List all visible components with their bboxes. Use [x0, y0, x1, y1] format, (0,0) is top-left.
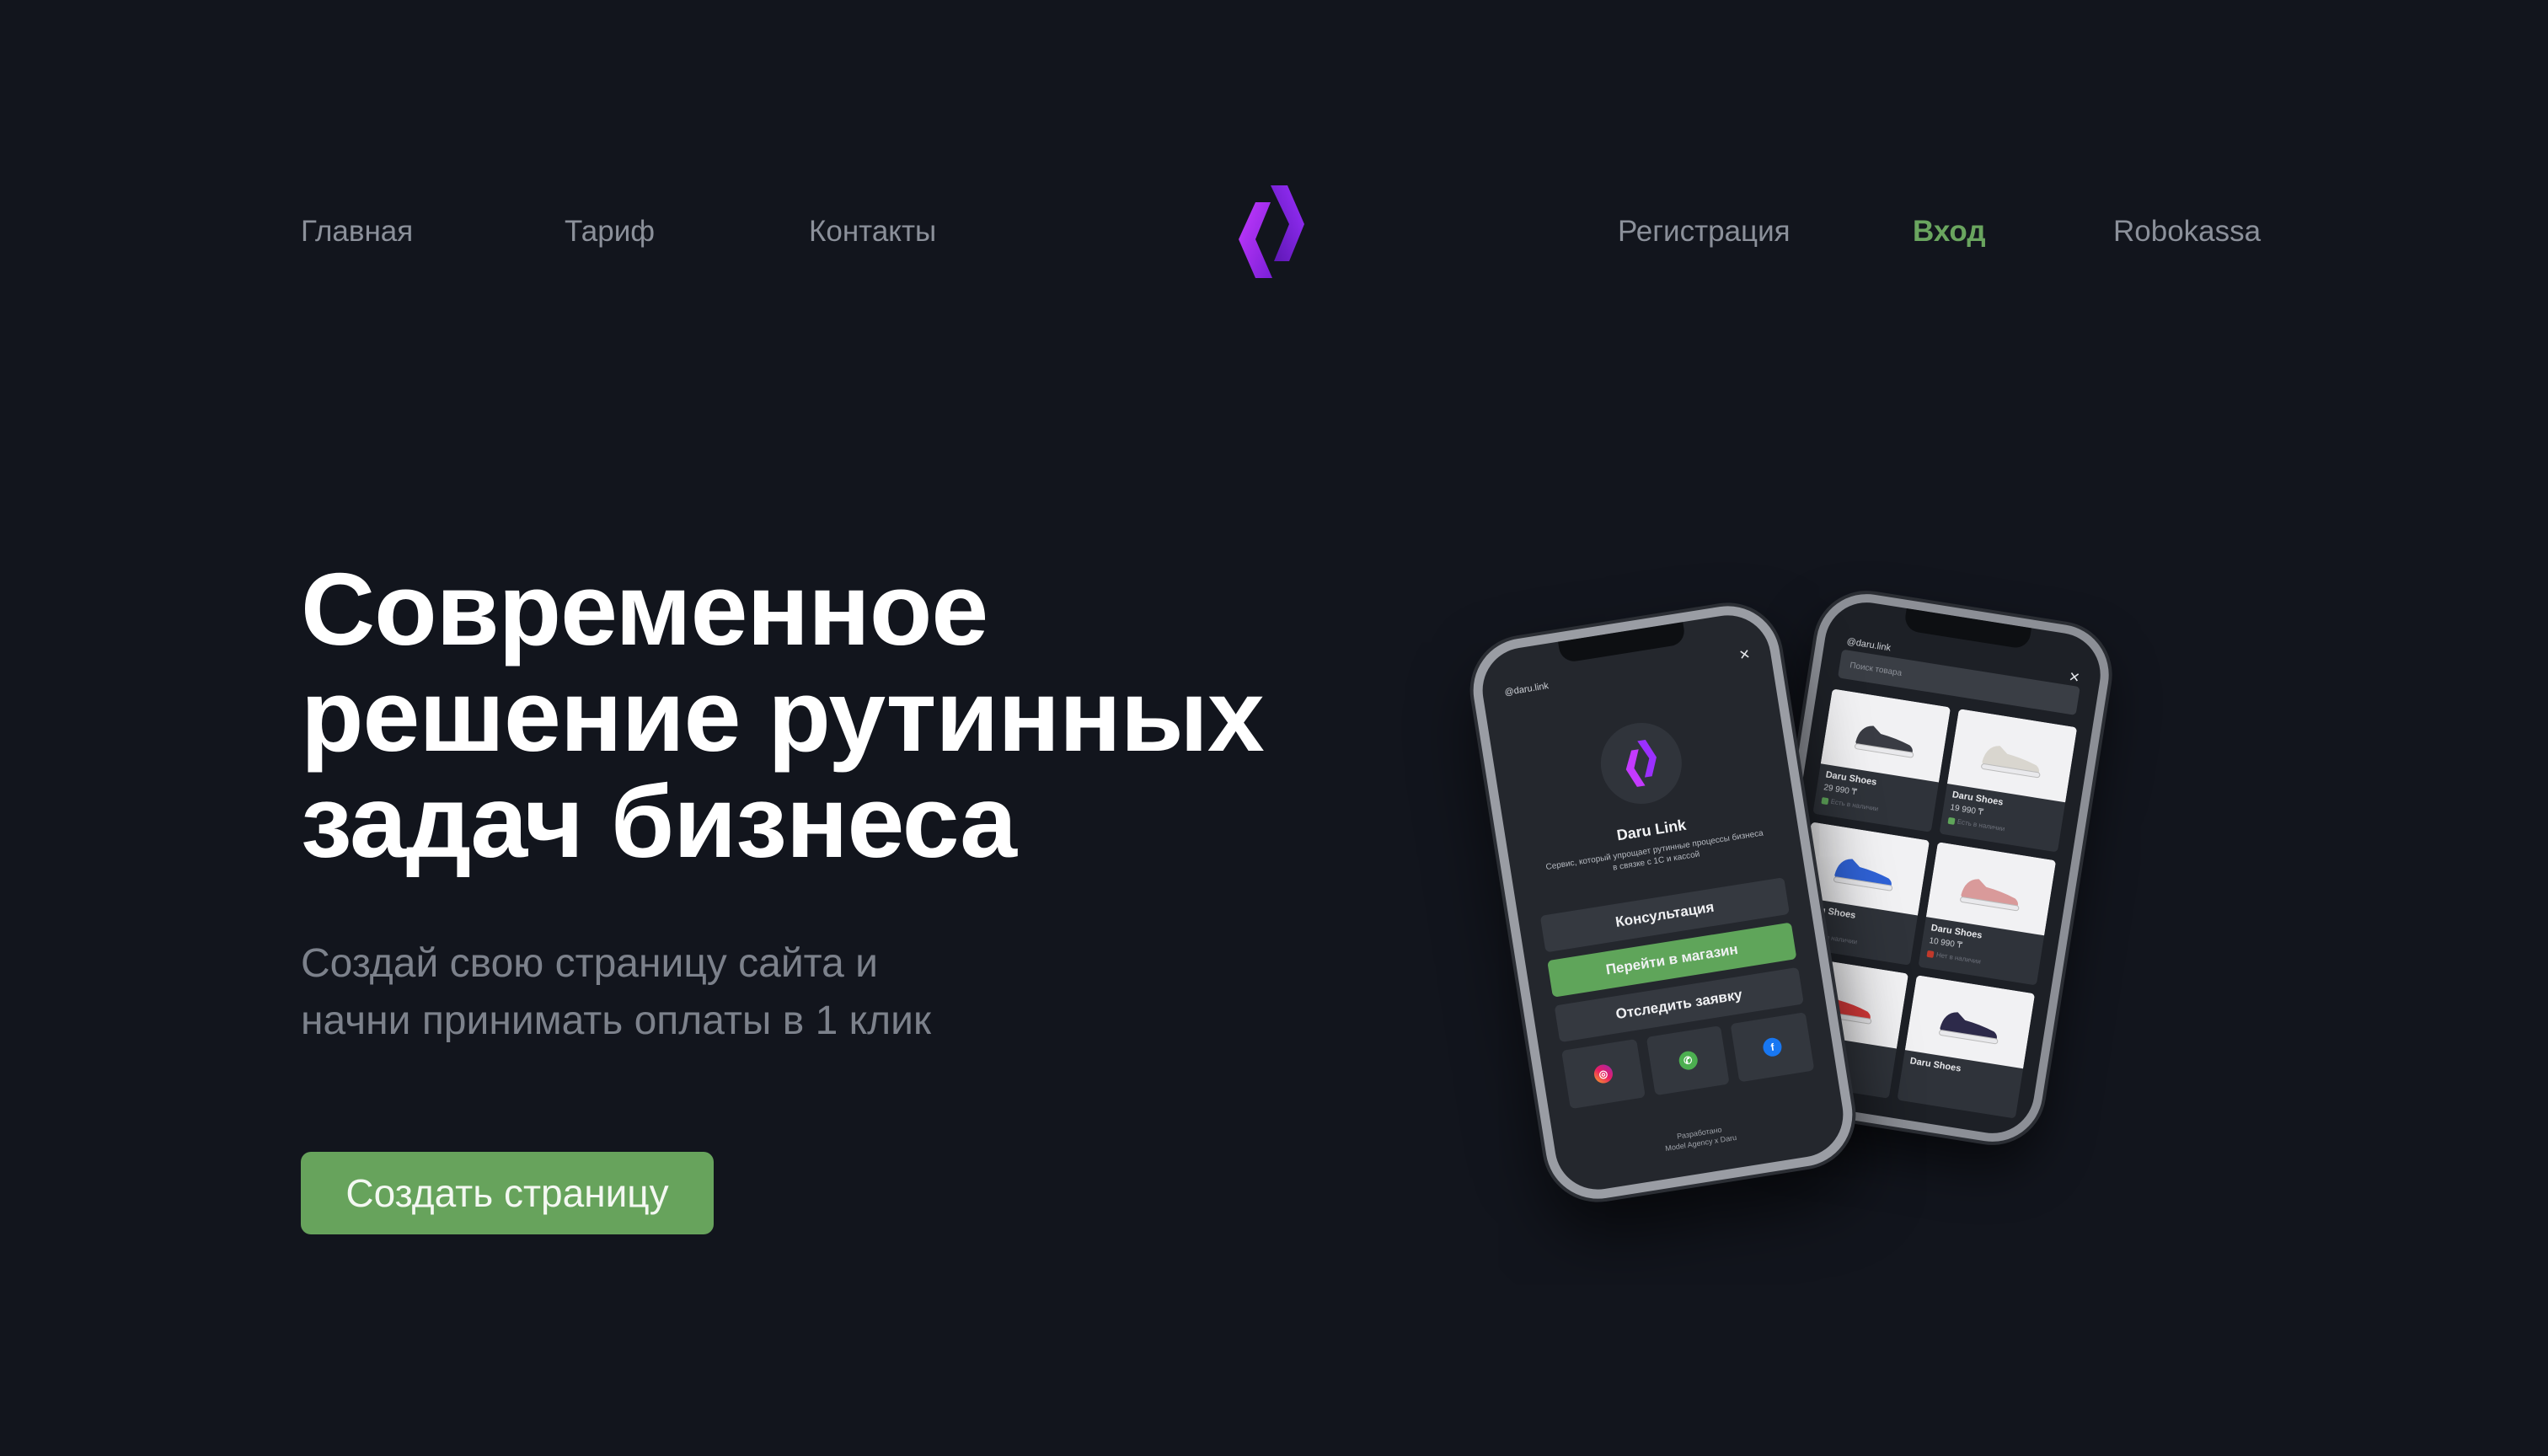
shoe-icon [1981, 746, 2041, 779]
facebook-link[interactable]: f [1730, 1012, 1815, 1083]
create-page-button[interactable]: Создать страницу [301, 1152, 714, 1234]
hero-title: Современное решение рутинных задач бизне… [301, 556, 1396, 875]
product-name: Daru Shoes [1908, 1056, 1962, 1074]
product-stock-label: Есть в наличии [1956, 817, 2005, 833]
whatsapp-link[interactable]: ✆ [1646, 1025, 1730, 1096]
product-card[interactable]: Daru Shoes 10 990 ₸ Нет в наличии [1918, 842, 2057, 986]
product-price: 29 990 ₸ [1823, 783, 1858, 798]
product-card[interactable]: Daru Shoes 19 990 ₸ Есть в наличии [1939, 709, 2078, 853]
hero-subtitle-line: начни принимать оплаты в 1 клик [301, 998, 931, 1043]
phone-notch [1557, 622, 1686, 664]
hero-title-line: Современное [301, 552, 988, 666]
nav-robokassa-link[interactable]: Robokassa [2113, 215, 2261, 249]
phone-mockup-linkpage: @daru.link ✕ Daru Link Сервис, который у… [1465, 598, 1860, 1207]
product-stock: Есть в наличии [1821, 796, 1879, 813]
product-card[interactable]: Daru Shoes 29 990 ₸ Есть в наличии [1812, 688, 1951, 832]
whatsapp-icon: ✆ [1677, 1050, 1699, 1072]
shoe-icon [1854, 725, 1914, 758]
shoe-icon [1833, 859, 1893, 891]
hero-subtitle: Создай свою страницу сайта и начни прини… [301, 935, 1059, 1050]
hero-subtitle-line: Создай свою страницу сайта и [301, 941, 878, 986]
stock-status-icon [1821, 796, 1829, 806]
product-image [1946, 709, 2078, 803]
product-stock-label: Есть в наличии [1830, 797, 1879, 813]
product-price: 19 990 ₸ [1949, 803, 1984, 818]
product-image [1820, 688, 1951, 783]
product-image [1925, 842, 2057, 936]
product-stock-label: Нет в наличии [1935, 950, 1982, 966]
close-icon[interactable]: ✕ [1737, 645, 1752, 664]
nav-tariff-link[interactable]: Тариф [565, 215, 655, 249]
nav-register-link[interactable]: Регистрация [1618, 215, 1791, 249]
facebook-icon: f [1762, 1036, 1784, 1058]
shoe-icon [1939, 1012, 1999, 1045]
stock-status-icon [1926, 950, 1935, 958]
hero-title-line: задач бизнеса [301, 764, 1017, 879]
product-image [1904, 975, 2036, 1069]
stock-status-icon [1947, 816, 1956, 825]
logo-icon[interactable] [1237, 184, 1306, 280]
hero-title-line: решение рутинных [301, 658, 1265, 773]
product-stock: Нет в наличии [1926, 950, 1981, 966]
profile-avatar [1594, 717, 1688, 810]
instagram-icon: ◎ [1592, 1063, 1614, 1085]
nav-contacts-link[interactable]: Контакты [809, 215, 936, 249]
phone-footer: Разработано Model Agency x Daru [1555, 1105, 1846, 1171]
product-stock: Есть в наличии [1947, 816, 2005, 833]
phone-notch [1903, 608, 2032, 650]
product-price: 10 990 ₸ [1928, 936, 1963, 951]
nav-home-link[interactable]: Главная [301, 215, 413, 249]
logo-icon [1625, 740, 1657, 788]
phone-handle: @daru.link [1503, 681, 1550, 699]
instagram-link[interactable]: ◎ [1561, 1038, 1646, 1110]
shoe-icon [1960, 879, 2020, 912]
product-card[interactable]: Daru Shoes [1897, 975, 2036, 1119]
close-icon[interactable]: ✕ [2068, 668, 2081, 687]
footer-line: Разработано [1676, 1125, 1723, 1141]
nav-login-link[interactable]: Вход [1913, 215, 1986, 249]
